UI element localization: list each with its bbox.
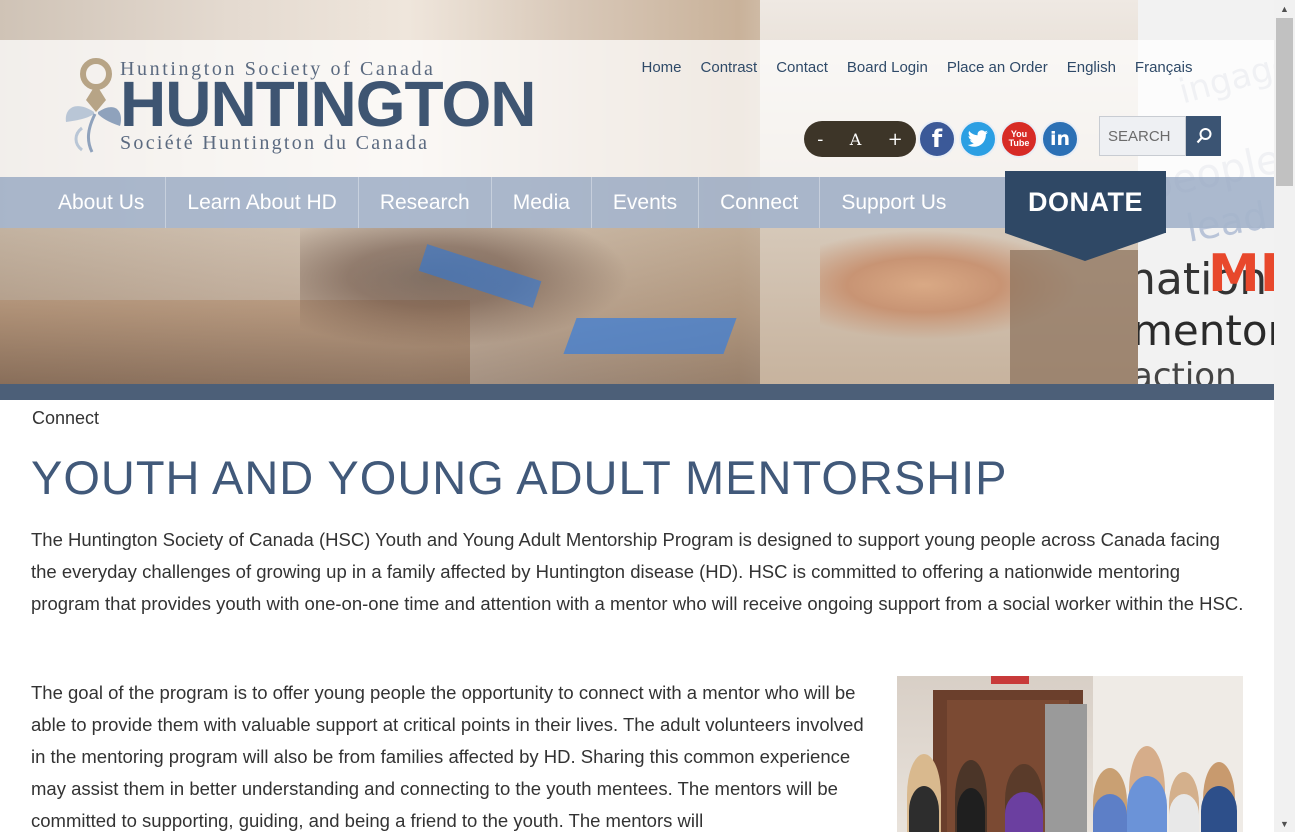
goal-paragraph: The goal of the program is to offer youn… xyxy=(31,682,864,831)
link-contact[interactable]: Contact xyxy=(767,57,838,79)
nav-item-learn-about-hd[interactable]: Learn About HD xyxy=(166,177,359,228)
utility-nav: Home Contrast Contact Board Login Place … xyxy=(632,57,1202,79)
hero-bottom-bar xyxy=(0,384,1274,400)
hero-word: ME xyxy=(1208,244,1274,304)
nav-item-connect[interactable]: Connect xyxy=(699,177,821,228)
nav-item-events[interactable]: Events xyxy=(592,177,700,228)
facebook-icon[interactable]: f xyxy=(918,120,956,158)
hero-word: action xyxy=(1138,356,1237,384)
youtube-icon[interactable]: You Tube xyxy=(1000,120,1038,158)
vertical-scrollbar[interactable]: ▲ ▼ xyxy=(1274,0,1295,832)
link-home[interactable]: Home xyxy=(632,57,691,79)
nav-item-support-us[interactable]: Support Us xyxy=(820,177,967,228)
font-reset-button[interactable]: A xyxy=(850,130,862,149)
font-increase-button[interactable]: + xyxy=(888,129,903,150)
font-decrease-button[interactable]: - xyxy=(817,129,823,150)
search-box xyxy=(1099,116,1221,156)
scroll-down-arrow-icon[interactable]: ▼ xyxy=(1274,815,1295,832)
nav-item-research[interactable]: Research xyxy=(359,177,492,228)
logo-wordmark: HUNTINGTON xyxy=(120,68,536,140)
search-icon xyxy=(1196,128,1211,144)
search-input[interactable] xyxy=(1099,116,1186,156)
donate-button[interactable]: DONATE xyxy=(1005,171,1166,261)
search-button[interactable] xyxy=(1186,116,1221,156)
linkedin-icon[interactable]: in xyxy=(1041,120,1079,158)
nav-item-about-us[interactable]: About Us xyxy=(37,177,167,228)
intro-paragraph: The Huntington Society of Canada (HSC) Y… xyxy=(31,529,1244,614)
scroll-up-arrow-icon[interactable]: ▲ xyxy=(1274,0,1295,17)
link-english[interactable]: English xyxy=(1057,57,1125,79)
link-francais[interactable]: Français xyxy=(1125,57,1202,79)
scrollbar-thumb[interactable] xyxy=(1276,18,1293,186)
twitter-icon[interactable] xyxy=(959,120,997,158)
page-title: YOUTH AND YOUNG ADULT MENTORSHIP xyxy=(31,451,1008,504)
mentorship-group-photo xyxy=(897,676,1243,832)
linkedin-glyph: in xyxy=(1049,128,1071,150)
page: ingage people lead nation ME mentor acti… xyxy=(0,0,1274,832)
logo-name-french: Société Huntington du Canada xyxy=(120,132,430,154)
link-board-login[interactable]: Board Login xyxy=(837,57,937,79)
nav-item-media[interactable]: Media xyxy=(492,177,592,228)
breadcrumb[interactable]: Connect xyxy=(32,408,99,429)
youtube-glyph: You Tube xyxy=(1008,129,1030,148)
donate-ribbon-tip xyxy=(1005,233,1165,261)
site-logo[interactable]: Huntington Society of Canada HUNTINGTON … xyxy=(62,56,552,156)
link-contrast[interactable]: Contrast xyxy=(691,57,767,79)
donate-label: DONATE xyxy=(1005,171,1166,233)
link-place-an-order[interactable]: Place an Order xyxy=(937,57,1057,79)
font-size-control: - A + xyxy=(804,121,916,157)
twitter-bird-icon xyxy=(967,130,988,147)
logo-mark-icon xyxy=(65,58,122,153)
facebook-glyph: f xyxy=(931,125,943,153)
hero-word: mentor xyxy=(1138,306,1274,355)
